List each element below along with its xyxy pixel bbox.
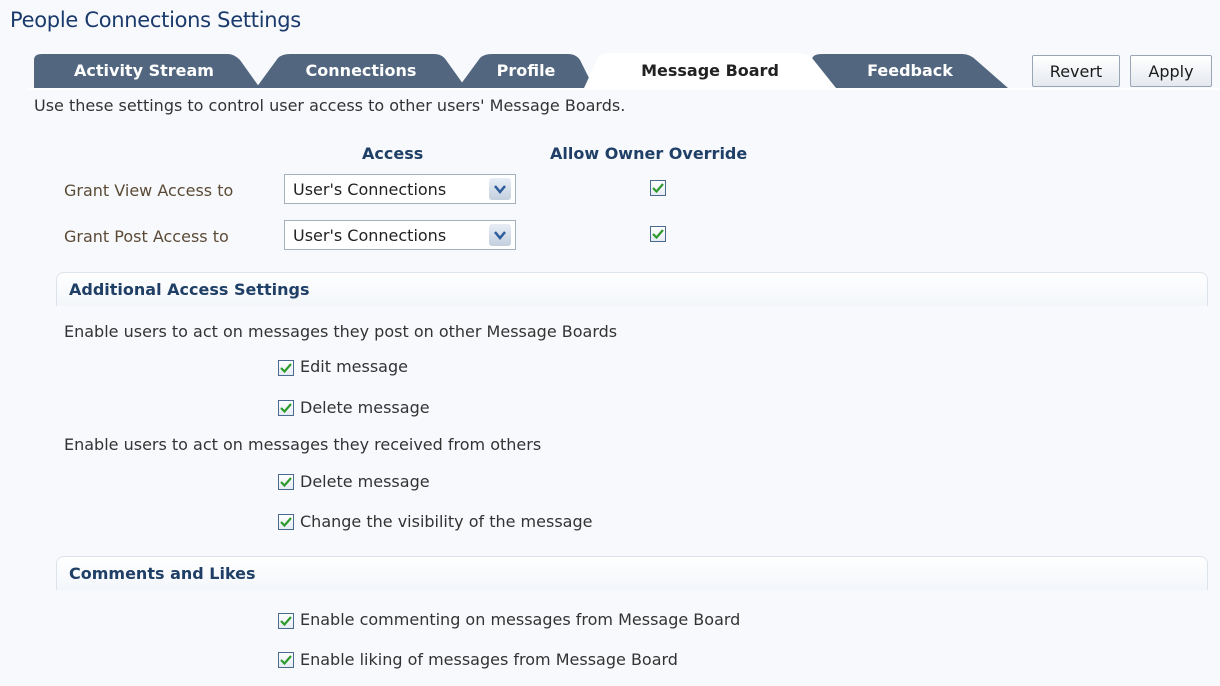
tab-activity-stream[interactable]: Activity Stream [28, 52, 260, 88]
tab-feedback[interactable]: Feedback [812, 52, 1008, 88]
apply-button[interactable]: Apply [1130, 55, 1212, 87]
group2-description: Enable users to act on messages they rec… [64, 435, 542, 454]
checkbox-label: Enable commenting on messages from Messa… [300, 610, 741, 629]
comments-likes-section: Comments and Likes [56, 556, 1208, 590]
checkmark-icon [280, 477, 292, 487]
checkbox-label: Delete message [300, 472, 430, 491]
edit-message-checkbox[interactable] [278, 360, 294, 376]
grant-post-label: Grant Post Access to [64, 227, 229, 246]
column-header-access: Access [362, 144, 424, 163]
tab-label: Feedback [867, 60, 953, 80]
tab-label: Connections [305, 60, 417, 80]
select-value: User's Connections [293, 179, 447, 199]
page-title: People Connections Settings [10, 8, 301, 32]
checkbox-label: Enable liking of messages from Message B… [300, 650, 678, 669]
checkmark-icon [280, 655, 292, 665]
grant-view-select[interactable]: User's Connections [284, 174, 516, 204]
change-visibility-checkbox[interactable] [278, 514, 294, 530]
tab-label: Profile [496, 60, 556, 80]
checkbox-label: Edit message [300, 357, 408, 376]
checkbox-label: Change the visibility of the message [300, 512, 593, 531]
checkbox-label: Delete message [300, 398, 430, 417]
checkmark-icon [280, 616, 292, 626]
additional-access-section: Additional Access Settings [56, 272, 1208, 306]
tab-message-board[interactable]: Message Board [584, 52, 836, 88]
intro-text: Use these settings to control user acces… [34, 96, 626, 115]
delete-own-message-checkbox[interactable] [278, 400, 294, 416]
revert-button[interactable]: Revert [1032, 55, 1120, 87]
checkmark-icon [652, 229, 664, 239]
tab-connections[interactable]: Connections [256, 52, 466, 88]
grant-view-label: Grant View Access to [64, 181, 234, 200]
select-value: User's Connections [293, 225, 447, 245]
grant-post-select[interactable]: User's Connections [284, 220, 516, 250]
enable-commenting-checkbox[interactable] [278, 613, 294, 629]
column-header-owner-override: Allow Owner Override [550, 144, 748, 163]
view-override-checkbox[interactable] [650, 180, 666, 196]
checkmark-icon [280, 517, 292, 527]
tab-bar: Activity Stream Connections Profile Feed… [28, 52, 1018, 88]
group1-description: Enable users to act on messages they pos… [64, 322, 618, 341]
chevron-down-icon[interactable] [489, 178, 511, 200]
tab-profile[interactable]: Profile [458, 52, 594, 88]
delete-received-message-checkbox[interactable] [278, 474, 294, 490]
checkmark-icon [280, 403, 292, 413]
section-title: Additional Access Settings [69, 280, 310, 299]
chevron-down-icon[interactable] [489, 224, 511, 246]
tab-divider [28, 88, 1220, 90]
post-override-checkbox[interactable] [650, 226, 666, 242]
section-title: Comments and Likes [69, 564, 256, 583]
enable-liking-checkbox[interactable] [278, 652, 294, 668]
tab-label: Message Board [641, 60, 779, 80]
tab-label: Activity Stream [74, 60, 214, 80]
checkmark-icon [280, 363, 292, 373]
checkmark-icon [652, 183, 664, 193]
